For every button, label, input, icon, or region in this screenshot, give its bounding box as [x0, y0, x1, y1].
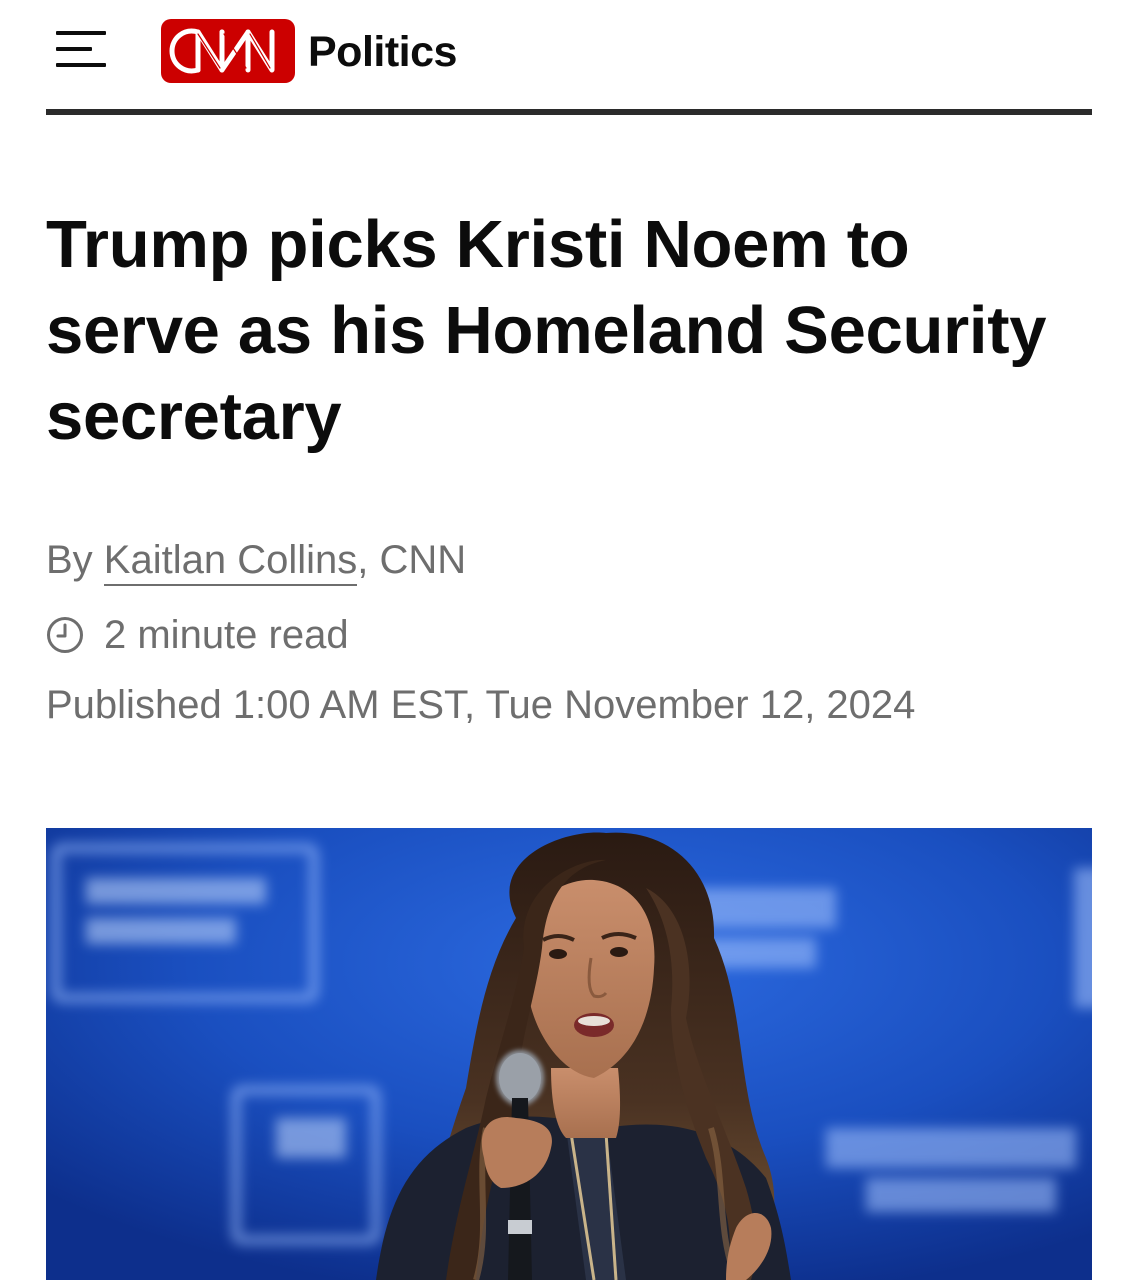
menu-line	[56, 31, 106, 35]
article-headline: Trump picks Kristi Noem to serve as his …	[46, 207, 1047, 454]
menu-line	[56, 47, 92, 51]
section-title: Politics	[308, 27, 457, 76]
read-time-label: 2 minute read	[104, 613, 349, 657]
lead-photo	[46, 828, 1092, 1280]
clock-icon	[47, 617, 83, 653]
site-header: Politics	[0, 0, 1138, 116]
lead-image[interactable]	[46, 828, 1092, 1280]
header-divider	[46, 109, 1092, 115]
byline: By Kaitlan Collins, CNN	[46, 536, 467, 586]
byline-outlet: , CNN	[357, 538, 467, 582]
byline-prefix: By	[46, 538, 104, 582]
cnn-politics-home-link[interactable]: Politics	[160, 18, 457, 84]
read-time: 2 minute read	[46, 611, 349, 659]
cnn-logo	[161, 19, 295, 83]
hamburger-menu-icon[interactable]	[52, 26, 110, 74]
published-timestamp: Published 1:00 AM EST, Tue November 12, …	[46, 683, 916, 727]
author-link[interactable]: Kaitlan Collins	[103, 538, 358, 586]
menu-line	[56, 63, 106, 67]
